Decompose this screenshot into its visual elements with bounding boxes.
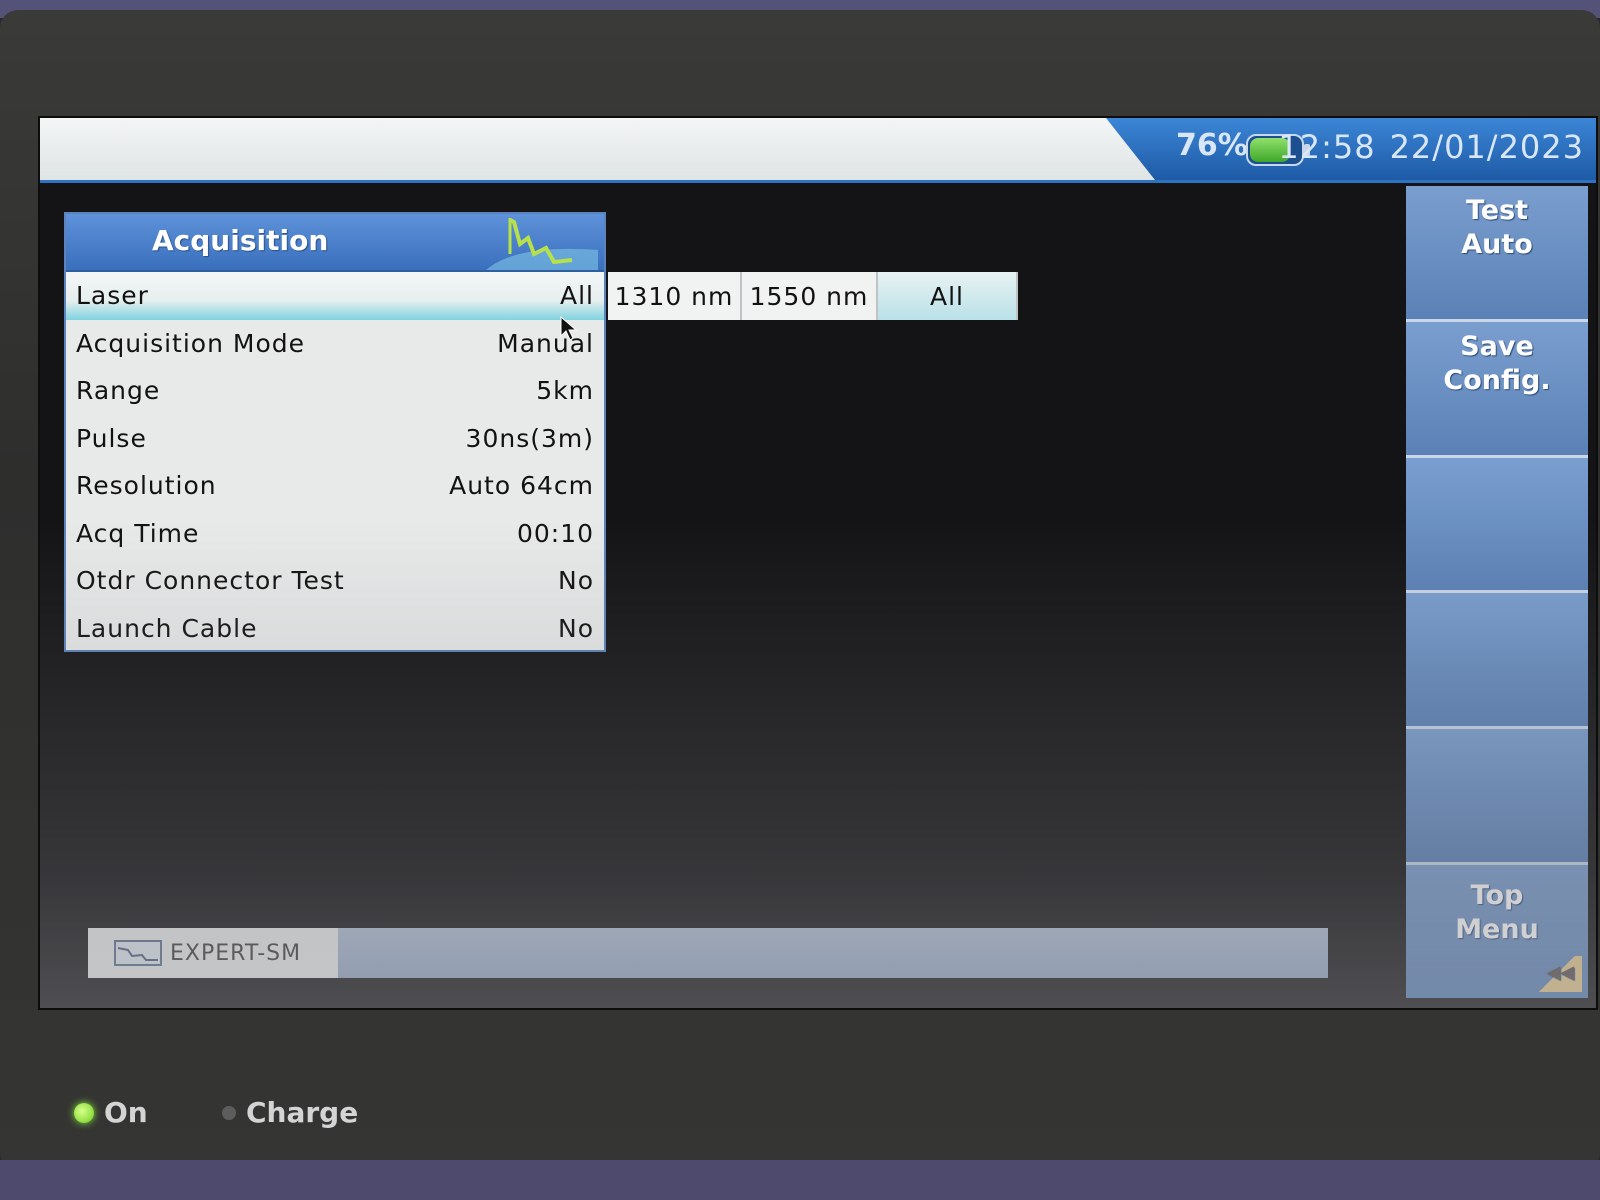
battery-percent: 76% xyxy=(1176,128,1248,163)
settings-list: Laser All Acquisition Mode Manual Range … xyxy=(66,272,604,652)
power-led-icon xyxy=(74,1102,94,1123)
row-value: Auto 64cm xyxy=(449,471,594,501)
row-value: No xyxy=(558,566,594,596)
row-otdr-connector-test[interactable]: Otdr Connector Test No xyxy=(66,557,604,605)
status-bar: 76% 12:58 22/01/2023 xyxy=(40,118,1596,183)
row-label: Acq Time xyxy=(76,518,200,548)
row-label: Laser xyxy=(76,281,149,311)
row-pulse[interactable]: Pulse 30ns(3m) xyxy=(66,415,604,463)
row-label: Otdr Connector Test xyxy=(76,566,345,596)
row-acquisition-mode[interactable]: Acquisition Mode Manual xyxy=(66,320,604,368)
row-resolution[interactable]: Resolution Auto 64cm xyxy=(66,462,604,510)
row-label: Acquisition Mode xyxy=(76,328,305,358)
row-label: Launch Cable xyxy=(76,613,258,643)
row-value: 30ns(3m) xyxy=(465,423,594,453)
row-label: Pulse xyxy=(76,423,147,453)
led-charge: Charge xyxy=(222,1096,358,1129)
device-screen: 76% 12:58 22/01/2023 Acquisition Laser Al… xyxy=(38,116,1598,1010)
acquisition-panel: Acquisition Laser All Acquisition Mode M… xyxy=(64,212,606,652)
top-menu-label: Top Menu xyxy=(1455,880,1539,946)
date-text: 22/01/2023 xyxy=(1389,128,1584,166)
mouse-cursor-icon xyxy=(560,316,578,341)
softkey-column: Test Auto Save Config. Top Menu ◀◀ xyxy=(1406,186,1588,998)
softkey-empty-4[interactable] xyxy=(1406,593,1588,730)
panel-title: Acquisition xyxy=(152,224,329,257)
led-charge-label: Charge xyxy=(246,1096,359,1129)
row-value: All xyxy=(560,281,594,311)
laser-option-1550[interactable]: 1550 nm xyxy=(742,272,878,320)
save-config-button[interactable]: Save Config. xyxy=(1406,321,1588,458)
row-value: Manual xyxy=(497,328,594,358)
row-range[interactable]: Range 5km xyxy=(66,367,604,415)
softkey-empty-5[interactable] xyxy=(1406,729,1588,866)
row-label: Resolution xyxy=(76,471,217,501)
otdr-trace-icon xyxy=(114,940,162,966)
charge-led-icon xyxy=(222,1105,236,1120)
task-bar: EXPERT-SM xyxy=(88,928,1328,978)
laser-options: 1310 nm 1550 nm All xyxy=(608,272,1018,320)
clock: 12:58 22/01/2023 xyxy=(1264,128,1584,166)
row-value: 5km xyxy=(536,376,594,406)
row-acq-time[interactable]: Acq Time 00:10 xyxy=(66,510,604,558)
row-value: No xyxy=(558,613,594,643)
panel-header: Acquisition xyxy=(66,214,604,272)
time-text: 12:58 xyxy=(1278,128,1376,166)
rewind-icon: ◀◀ xyxy=(1546,961,1574,983)
row-laser[interactable]: Laser All xyxy=(66,272,604,320)
row-label: Range xyxy=(76,376,161,406)
test-auto-button[interactable]: Test Auto xyxy=(1406,186,1588,322)
laser-option-all[interactable]: All xyxy=(878,272,1018,320)
task-tab-label: EXPERT-SM xyxy=(170,940,302,966)
led-on: On xyxy=(74,1096,148,1129)
row-launch-cable[interactable]: Launch Cable No xyxy=(66,605,604,653)
top-menu-button[interactable]: Top Menu ◀◀ xyxy=(1406,865,1588,998)
row-value: 00:10 xyxy=(516,518,594,548)
task-tab-expert-sm[interactable]: EXPERT-SM xyxy=(88,928,338,978)
laser-option-1310[interactable]: 1310 nm xyxy=(608,272,742,320)
device-bezel-bottom xyxy=(0,1160,1600,1200)
led-on-label: On xyxy=(104,1096,148,1129)
status-bar-right: 76% 12:58 22/01/2023 xyxy=(1106,118,1596,180)
softkey-empty-3[interactable] xyxy=(1406,457,1588,594)
otdr-trace-icon xyxy=(486,218,598,270)
